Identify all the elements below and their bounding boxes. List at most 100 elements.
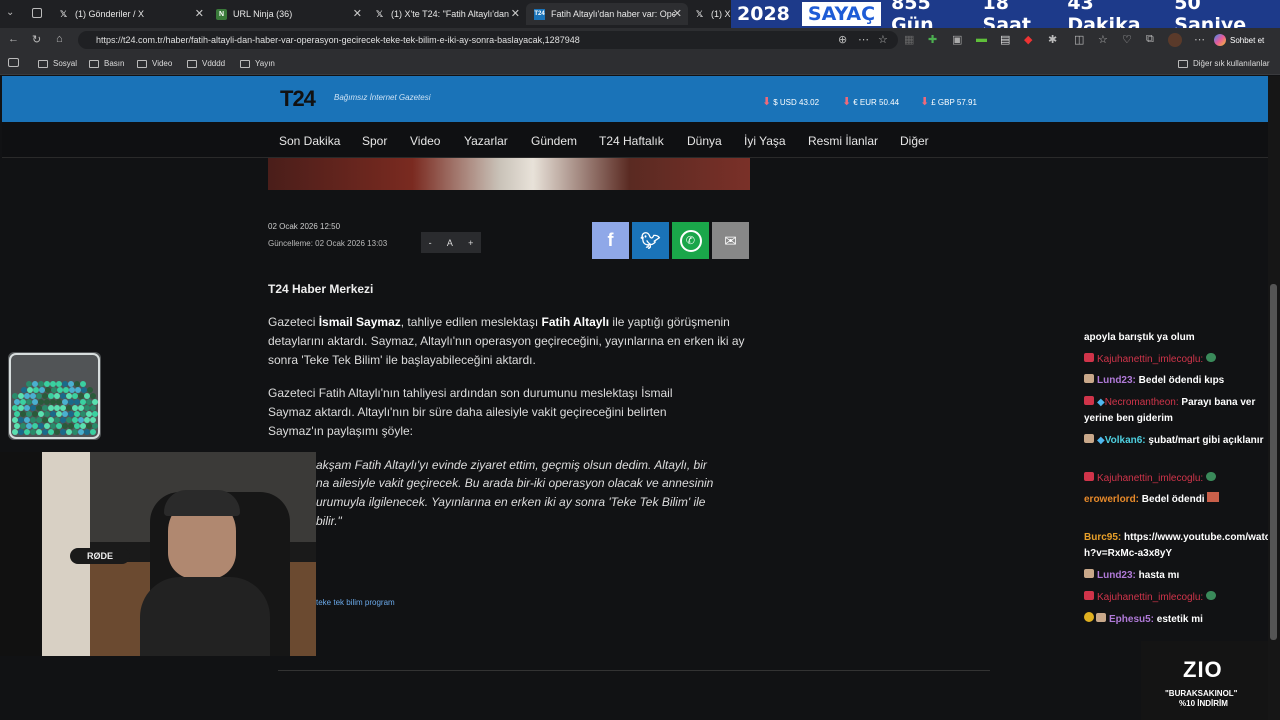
marble — [80, 411, 86, 417]
down-arrow-icon: ⬇ — [920, 96, 930, 108]
reload-icon[interactable]: ↻ — [32, 33, 41, 46]
more-menu-icon[interactable]: ⋯ — [1194, 33, 1205, 46]
menu-resmi-ilanlar[interactable]: Resmi İlanlar — [808, 134, 878, 148]
marble — [44, 381, 50, 387]
scrollbar-thumb[interactable] — [1270, 284, 1277, 640]
extension-icon[interactable]: ✚ — [928, 33, 937, 46]
favorites-icon[interactable]: ☆ — [1098, 33, 1108, 46]
close-icon[interactable]: ✕ — [511, 7, 520, 20]
close-icon[interactable]: ✕ — [353, 7, 362, 20]
menu-spor[interactable]: Spor — [362, 134, 387, 148]
marble — [38, 399, 44, 405]
menu-gundem[interactable]: Gündem — [531, 134, 577, 148]
share-twitter-button[interactable]: 🐦︎ — [632, 222, 669, 259]
site-logo[interactable]: T24 — [280, 86, 316, 112]
chat-text: Bedel ödendi — [1141, 494, 1205, 505]
marble — [86, 411, 92, 417]
workspaces-icon[interactable] — [32, 8, 42, 18]
tab-url-ninja[interactable]: N URL Ninja (36) ✕ — [208, 3, 368, 25]
url-input[interactable]: https://t24.com.tr/haber/fatih-altayli-d… — [78, 31, 898, 49]
menu-yazarlar[interactable]: Yazarlar — [464, 134, 508, 148]
marble — [48, 429, 54, 435]
chat-username: Volkan6: — [1104, 435, 1146, 446]
browser-essentials-icon[interactable]: ♡ — [1122, 33, 1132, 46]
twitter-icon: 🐦︎ — [640, 232, 661, 250]
chat-button[interactable]: Sohbet et — [1214, 32, 1264, 48]
bookmark-video[interactable]: Video — [137, 59, 172, 68]
currency-value: EUR 50.44 — [859, 98, 900, 107]
zoom-icon[interactable]: ⊕ — [838, 33, 847, 46]
share-whatsapp-button[interactable]: ✆ — [672, 222, 709, 259]
marble — [60, 429, 66, 435]
extension-icon[interactable]: ▤ — [1000, 33, 1010, 46]
extensions-puzzle-icon[interactable]: ✱ — [1048, 33, 1057, 46]
currency-eur: ⬇ € EUR 50.44 — [842, 95, 899, 108]
chat-message: Kajuhanettin_imlecoglu: — [1084, 352, 1274, 368]
marble — [92, 411, 98, 417]
extension-icon[interactable]: ▣ — [952, 33, 962, 46]
marble — [18, 417, 24, 423]
tab-x-partial[interactable]: 𝕏 (1) X'te — [686, 3, 731, 25]
bookmark-label: Video — [152, 59, 173, 68]
font-increase-button[interactable]: + — [468, 238, 473, 248]
sponsor-discount: %10 İNDİRİM — [1179, 699, 1228, 708]
chat-message: apoyla barıştık ya olum — [1084, 330, 1274, 346]
collections-icon[interactable]: ⧉ — [1146, 33, 1154, 46]
tab-title: Fatih Altaylı'dan haber var: Opera — [551, 9, 675, 19]
close-icon[interactable]: ✕ — [673, 7, 682, 20]
marble — [24, 393, 30, 399]
sidebar-toggle-icon[interactable] — [8, 58, 19, 67]
menu-dunya[interactable]: Dünya — [687, 134, 722, 148]
marble — [62, 411, 68, 417]
bookmark-basin[interactable]: Basın — [89, 59, 124, 68]
chat-message: Lund23: Bedel ödendi kıps — [1084, 373, 1274, 389]
avatar[interactable] — [1168, 33, 1182, 47]
article-tags[interactable]: teke tek bilim program — [316, 598, 395, 607]
text-run: , tahliye edilen meslektaşı — [400, 315, 542, 329]
marble — [44, 399, 50, 405]
marble — [42, 429, 48, 435]
currency-gbp: ⬇ £ GBP 57.91 — [920, 95, 977, 108]
emote-icon — [1205, 353, 1216, 362]
menu-t24-haftalik[interactable]: T24 Haftalık — [599, 134, 664, 148]
menu-iyi-yasa[interactable]: İyi Yaşa — [744, 134, 786, 148]
share-email-button[interactable]: ✉ — [712, 222, 749, 259]
split-screen-icon[interactable]: ◫ — [1074, 33, 1084, 46]
marble — [42, 393, 48, 399]
menu-son-dakika[interactable]: Son Dakika — [279, 134, 340, 148]
bookmark-sosyal[interactable]: Sosyal — [38, 59, 77, 68]
marble — [20, 399, 26, 405]
marble — [48, 393, 54, 399]
marble — [14, 411, 20, 417]
bookmark-yayin[interactable]: Yayın — [240, 59, 275, 68]
back-icon[interactable]: ← — [8, 33, 19, 45]
tab-list-button[interactable]: ⌄ — [6, 7, 14, 18]
home-icon[interactable]: ⌂ — [56, 33, 63, 45]
other-bookmarks[interactable]: Diğer sık kullanılanlar — [1178, 59, 1269, 68]
extension-icon[interactable]: ◆ — [1024, 33, 1032, 46]
font-decrease-button[interactable]: - — [429, 238, 432, 248]
folder-icon — [89, 59, 99, 68]
marble — [84, 417, 90, 423]
favorite-star-icon[interactable]: ☆ — [878, 33, 888, 46]
marble — [30, 393, 36, 399]
reader-icon[interactable]: ⋯ — [858, 33, 869, 46]
marble — [92, 423, 98, 429]
tab-article-active[interactable]: T24 Fatih Altaylı'dan haber var: Opera ✕ — [526, 3, 688, 25]
menu-video[interactable]: Video — [410, 134, 440, 148]
extension-icon[interactable]: ▬ — [976, 33, 987, 45]
marble — [36, 393, 42, 399]
bookmark-vdddd[interactable]: Vdddd — [187, 59, 225, 68]
tab-gonderiler[interactable]: 𝕏 (1) Gönderiler / X ✕ — [50, 3, 210, 25]
close-icon[interactable]: ✕ — [195, 7, 204, 20]
tab-title: URL Ninja (36) — [233, 9, 293, 19]
share-facebook-button[interactable]: f — [592, 222, 629, 259]
menu-diger[interactable]: Diğer — [900, 134, 929, 148]
bookmark-label: Vdddd — [202, 59, 226, 68]
tab-x-t24[interactable]: 𝕏 (1) X'te T24: "Fatih Altaylı'dan hab ✕ — [366, 3, 526, 25]
marble — [32, 381, 38, 387]
extension-icon[interactable]: ▦ — [904, 33, 914, 46]
chat-username: Ephesu5: — [1109, 614, 1155, 625]
chat-username: Kajuhanettin_imlecoglu: — [1097, 473, 1204, 484]
font-reset-button[interactable]: A — [447, 238, 453, 248]
